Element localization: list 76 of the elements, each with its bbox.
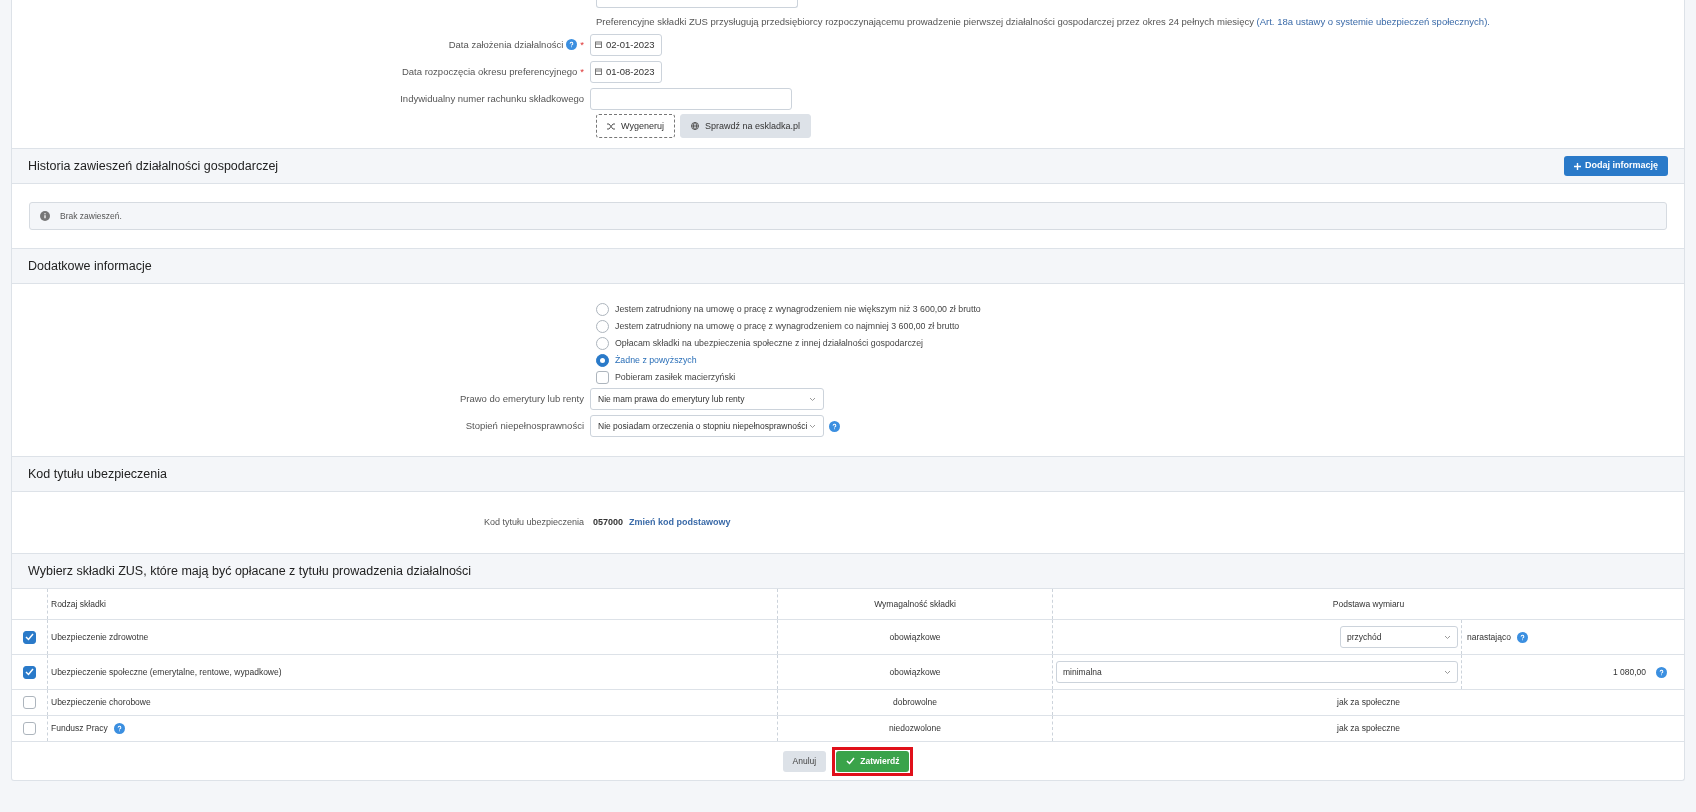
table-cell: dobrowolne	[893, 696, 937, 709]
cancel-button[interactable]: Anuluj	[782, 750, 827, 772]
help-icon[interactable]	[566, 39, 578, 51]
law-link[interactable]: (Art. 18a ustawy o systemie ubezpieczeń społecznych).	[1256, 16, 1490, 27]
option-label: Jestem zatrudniony na umowę o pracę z wynagrodzeniem nie większym niż 3 600,00 zł brutto	[615, 302, 981, 316]
required-mark: *	[580, 64, 584, 79]
checkbox[interactable]	[596, 371, 609, 384]
add-info-button[interactable]: Dodaj informację	[1564, 156, 1668, 176]
select-field[interactable]	[596, 0, 798, 8]
caret-icon	[1444, 634, 1451, 640]
select-field[interactable]: minimalna	[1056, 661, 1458, 683]
table-cell: obowiązkowe	[889, 665, 941, 679]
column-header: Wymagalność składki	[874, 597, 956, 611]
caret-icon	[809, 423, 816, 429]
help-icon[interactable]	[1656, 666, 1667, 678]
option-label: Pobieram zasiłek macierzyński	[615, 370, 736, 384]
checkbox[interactable]	[23, 630, 36, 644]
insurance-code: 057000	[593, 515, 624, 529]
table-cell: Fundusz Pracy	[51, 722, 108, 735]
field-label: Kod tytułu ubezpieczenia	[482, 515, 585, 529]
date-field[interactable]: 02-01-2023	[590, 33, 662, 56]
input-field[interactable]	[590, 87, 792, 110]
caret-icon	[1444, 669, 1451, 675]
field-label: Data rozpoczęcia okresu preferencyjnego	[401, 64, 578, 79]
calendar-icon	[595, 68, 602, 76]
required-mark: *	[580, 37, 584, 52]
globe-icon	[690, 122, 699, 131]
plus-icon	[1574, 162, 1581, 170]
option-label: Żadne z powyższych	[615, 353, 697, 367]
help-icon[interactable]	[829, 420, 840, 432]
generate-button[interactable]: Wygeneruj	[596, 114, 675, 139]
checkbox[interactable]	[23, 665, 36, 679]
field-label: Prawo do emerytury lub renty	[458, 391, 585, 406]
option-label: Jestem zatrudniony na umowę o pracę z wynagrodzeniem co najmniej 3 600,00 zł brutto	[615, 319, 960, 333]
table-cell: jak za społeczne	[1337, 696, 1400, 709]
field-label: Data założenia działalności	[448, 37, 578, 52]
check-button[interactable]: Sprawdź na eskladka.pl	[679, 114, 811, 139]
section-title: Dodatkowe informacje	[28, 257, 152, 275]
select-field[interactable]: Nie mam prawa do emerytury lub renty	[590, 388, 824, 410]
check-icon	[25, 633, 34, 641]
radio-button[interactable]	[596, 320, 609, 333]
table-cell: Ubezpieczenie społeczne (emerytalne, rentowe, wypadkowe)	[51, 665, 282, 679]
check-icon	[25, 668, 34, 676]
help-icon[interactable]	[113, 723, 125, 734]
info-text: Brak zawieszeń.	[60, 209, 122, 223]
column-header: Podstawa wymiaru	[1332, 597, 1405, 611]
option-label: Opłacam składki na ubezpieczenia społeczne z innej działalności gospodarczej	[615, 336, 924, 350]
table-cell: narastająco	[1467, 630, 1511, 644]
section-title: Kod tytułu ubezpieczenia	[28, 465, 167, 483]
select-field[interactable]: Nie posiadam orzeczenia o stopniu niepełnosprawności	[590, 415, 824, 437]
calendar-icon	[595, 41, 602, 49]
radio-button[interactable]	[596, 354, 609, 367]
info-icon	[40, 211, 50, 221]
field-label: Stopień niepełnosprawności	[464, 418, 585, 433]
checkbox[interactable]	[23, 696, 36, 709]
table-cell: Ubezpieczenie chorobowe	[51, 696, 151, 709]
table-cell: obowiązkowe	[889, 630, 941, 644]
help-icon[interactable]	[1516, 631, 1528, 643]
table-cell: Ubezpieczenie zdrowotne	[51, 630, 149, 644]
caret-icon	[809, 396, 816, 402]
checkbox[interactable]	[23, 722, 36, 735]
change-code-link[interactable]: Zmień kod podstawowy	[629, 515, 731, 530]
note-text: Preferencyjne składki ZUS przysługują przedsiębiorcy rozpoczynającemu prowadzenie pierwszej działalności gospodarczej przez okres 24 pełnych miesięcy (Art. 18a ustawy o systemie ubezpieczeń społecznych).	[596, 15, 1490, 29]
select-field[interactable]: przychód	[1340, 626, 1458, 648]
date-field[interactable]: 01-08-2023	[590, 60, 662, 83]
radio-button[interactable]	[596, 337, 609, 350]
table-cell: niedozwolone	[889, 722, 941, 735]
section-title: Historia zawieszeń działalności gospodarczej	[28, 157, 279, 175]
table-cell: 1 080,00	[1612, 665, 1646, 679]
column-header: Rodzaj składki	[51, 597, 106, 611]
radio-button[interactable]	[596, 303, 609, 316]
section-title: Wybierz składki ZUS, które mają być opłacane z tytułu prowadzenia działalności	[28, 562, 472, 580]
field-label: Indywidualny numer rachunku składkowego	[400, 91, 584, 106]
shuffle-icon	[607, 122, 615, 130]
check-icon	[846, 757, 856, 765]
table-cell: jak za społeczne	[1337, 722, 1400, 735]
